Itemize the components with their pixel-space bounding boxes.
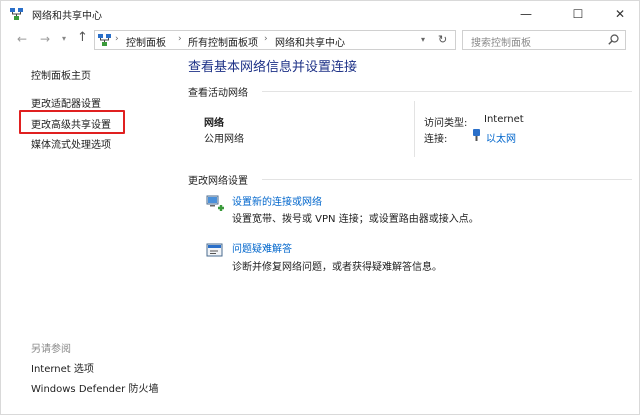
network-profile-type[interactable]: 公用网络 (204, 130, 244, 145)
page-title: 查看基本网络信息并设置连接 (188, 60, 358, 75)
sidebar-item-change-advanced-sharing[interactable]: 更改高级共享设置 (31, 116, 111, 131)
see-also-internet-options[interactable]: Internet 选项 (31, 360, 94, 375)
breadcrumb-control-panel[interactable]: 控制面板 (126, 34, 166, 49)
setup-new-connection-link[interactable]: 设置新的连接或网络 (232, 193, 322, 208)
setup-new-connection-desc: 设置宽带、拨号或 VPN 连接；或设置路由器或接入点。 (232, 214, 479, 225)
ethernet-icon (473, 129, 480, 141)
sidebar-item-control-panel-home[interactable]: 控制面板主页 (31, 67, 91, 82)
breadcrumb-separator[interactable]: › (178, 34, 182, 44)
breadcrumb-separator[interactable]: › (264, 34, 268, 44)
troubleshoot-icon (206, 243, 223, 257)
back-button[interactable]: ← (17, 32, 27, 46)
main-content: 查看基本网络信息并设置连接 查看活动网络 网络 公用网络 访问类型: Inter… (176, 53, 640, 415)
address-dropdown-button[interactable]: ▾ (421, 35, 425, 44)
vertical-divider (414, 101, 415, 157)
troubleshoot-problems-desc: 诊断并修复网络问题，或者获得疑难解答信息。 (232, 262, 442, 273)
active-networks-heading: 查看活动网络 (188, 88, 248, 99)
connections-label: 连接: (424, 134, 448, 145)
section-divider (262, 91, 632, 92)
section-divider (262, 179, 632, 180)
see-also-heading: 另请参阅 (31, 344, 71, 355)
sidebar-item-media-streaming[interactable]: 媒体流式处理选项 (31, 136, 111, 151)
access-type-value: Internet (484, 114, 524, 125)
breadcrumb-separator[interactable]: › (115, 34, 119, 44)
sidebar-item-change-adapter-settings[interactable]: 更改适配器设置 (31, 95, 101, 110)
search-placeholder: 搜索控制面板 (471, 38, 531, 49)
refresh-button[interactable]: ↻ (438, 33, 447, 46)
up-button[interactable]: ↑ (77, 30, 88, 45)
access-type-label: 访问类型: (424, 118, 468, 129)
maximize-button[interactable]: ☐ (555, 1, 601, 27)
network-sharing-center-window: 网络和共享中心 — ☐ ✕ ← → ▾ ↑ › 控制面板 › 所有控制面板项 ›… (0, 0, 640, 415)
navigation-bar: ← → ▾ ↑ › 控制面板 › 所有控制面板项 › 网络和共享中心 ▾ ↻ 搜… (1, 27, 639, 53)
forward-button[interactable]: → (40, 32, 50, 46)
title-bar: 网络和共享中心 — ☐ ✕ (1, 1, 639, 27)
breadcrumb-network-center[interactable]: 网络和共享中心 (275, 34, 345, 49)
close-button[interactable]: ✕ (597, 1, 640, 27)
see-also-windows-defender-firewall[interactable]: Windows Defender 防火墙 (31, 380, 158, 395)
search-icon[interactable] (608, 34, 619, 45)
address-bar[interactable]: › 控制面板 › 所有控制面板项 › 网络和共享中心 ▾ ↻ (94, 30, 456, 50)
search-input[interactable]: 搜索控制面板 (462, 30, 626, 50)
minimize-button[interactable]: — (503, 1, 549, 27)
recent-locations-button[interactable]: ▾ (62, 34, 66, 43)
new-connection-icon (206, 195, 224, 211)
control-panel-icon (98, 34, 111, 46)
breadcrumb-all-items[interactable]: 所有控制面板项 (188, 34, 258, 49)
left-navigation-pane: 控制面板主页 更改适配器设置 更改高级共享设置 媒体流式处理选项 另请参阅 In… (1, 53, 176, 415)
change-network-settings-heading: 更改网络设置 (188, 176, 248, 187)
ethernet-connection-link[interactable]: 以太网 (486, 130, 516, 145)
troubleshoot-problems-link[interactable]: 问题疑难解答 (232, 240, 292, 255)
network-center-icon (10, 8, 23, 20)
network-name: 网络 (204, 118, 224, 129)
window-title: 网络和共享中心 (32, 11, 102, 22)
